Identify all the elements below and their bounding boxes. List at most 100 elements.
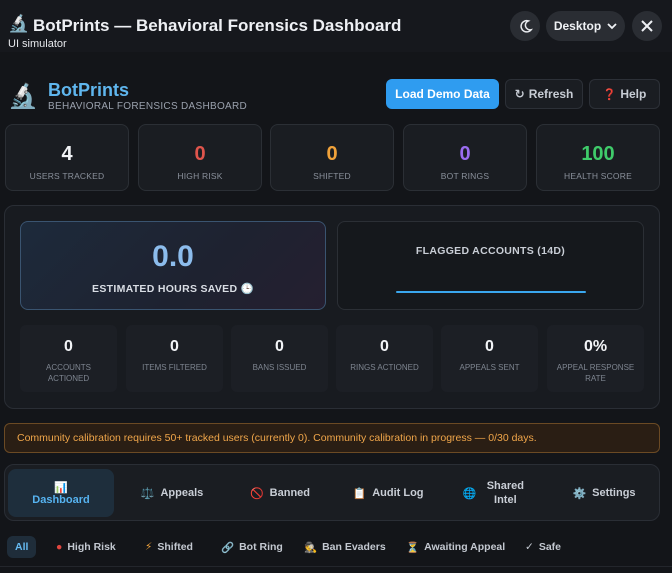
- hours-saved-card: 0.0 ESTIMATED HOURS SAVED 🕒: [20, 221, 326, 310]
- stat-card-health-score: 100 HEALTH SCORE: [536, 124, 660, 191]
- metric-accounts-actioned: 0 ACCOUNTS ACTIONED: [20, 325, 117, 392]
- tab-settings[interactable]: ⚙️ Settings: [554, 469, 654, 517]
- metric-value: 0: [64, 338, 73, 355]
- stat-value: 100: [581, 143, 615, 165]
- lightning-icon: ⚡: [145, 541, 153, 553]
- filter-bot-ring[interactable]: 🔗 Bot Ring: [221, 536, 283, 558]
- flagged-accounts-label: FLAGGED ACCOUNTS (14D): [415, 245, 566, 257]
- stat-label: HEALTH SCORE: [564, 171, 632, 181]
- tab-label: Dashboard: [32, 493, 90, 506]
- metric-label: APPEAL RESPONSE RATE: [556, 363, 635, 383]
- filter-label: Shifted: [157, 541, 193, 553]
- brand-logo-icon: 🔬: [8, 83, 38, 110]
- check-icon: ✓: [525, 541, 534, 553]
- window-subtitle: UI simulator: [8, 38, 67, 50]
- tab-label: Audit Log: [372, 487, 424, 499]
- filter-ban-evaders[interactable]: 🕵 Ban Evaders: [304, 536, 386, 558]
- metric-bans-issued: 0 BANS ISSUED: [231, 325, 328, 392]
- globe-icon: 🌐: [462, 487, 477, 500]
- filter-label: Awaiting Appeal: [424, 541, 506, 553]
- divider: [0, 566, 672, 567]
- device-select[interactable]: Desktop: [546, 11, 625, 41]
- refresh-icon: ↻: [514, 87, 525, 101]
- metric-value: 0: [380, 338, 389, 355]
- chevron-down-icon: [607, 23, 617, 30]
- link-icon: 🔗: [221, 541, 235, 554]
- clipboard-icon: 📋: [352, 487, 367, 500]
- microscope-icon: 🔬: [8, 14, 30, 33]
- help-icon: ❓: [602, 88, 617, 101]
- stat-value: 0: [194, 143, 206, 165]
- filter-shifted[interactable]: ⚡ Shifted: [145, 536, 193, 558]
- help-button[interactable]: ❓ Help: [589, 79, 660, 109]
- stat-card-high-risk: 0 HIGH RISK: [138, 124, 262, 191]
- metric-value: 0: [170, 338, 179, 355]
- filter-label: Safe: [538, 541, 561, 553]
- close-button[interactable]: [632, 11, 662, 41]
- metric-appeal-response-rate: 0% APPEAL RESPONSE RATE: [547, 325, 644, 392]
- calibration-banner: Community calibration requires 50+ track…: [4, 423, 660, 453]
- detective-icon: 🕵: [304, 541, 318, 554]
- chart-icon: 📊: [54, 481, 68, 494]
- clock-icon: 🕒: [240, 283, 254, 295]
- metric-label: ACCOUNTS ACTIONED: [46, 363, 91, 383]
- metric-items-filtered: 0 ITEMS FILTERED: [126, 325, 223, 392]
- hourglass-icon: ⏳: [406, 541, 420, 554]
- metric-label: APPEALS SENT: [459, 363, 520, 372]
- tab-dashboard[interactable]: 📊 Dashboard: [8, 469, 114, 517]
- hours-saved-value: 0.0: [152, 240, 194, 273]
- tab-label: Settings: [592, 487, 636, 499]
- stat-card-bot-rings: 0 BOT RINGS: [403, 124, 527, 191]
- stat-label: USERS TRACKED: [29, 171, 105, 181]
- stat-card-shifted: 0 SHIFTED: [270, 124, 394, 191]
- filter-label: Ban Evaders: [322, 541, 386, 553]
- device-select-label: Desktop: [553, 19, 602, 33]
- help-label: Help: [620, 87, 647, 101]
- stat-card-users-tracked: 4 USERS TRACKED: [5, 124, 129, 191]
- red-dot-icon: ●: [56, 541, 63, 553]
- tab-appeals[interactable]: ⚖️ Appeals: [122, 469, 222, 517]
- tab-banned[interactable]: 🚫 Banned: [230, 469, 330, 517]
- filter-awaiting-appeal[interactable]: ⏳ Awaiting Appeal: [406, 536, 505, 558]
- flagged-accounts-chart: FLAGGED ACCOUNTS (14D): [337, 221, 644, 310]
- moon-icon: [519, 19, 533, 33]
- stat-value: 0: [459, 143, 471, 165]
- ban-icon: 🚫: [249, 487, 264, 500]
- refresh-label: Refresh: [528, 87, 574, 101]
- metric-label: BANS ISSUED: [252, 363, 307, 372]
- tab-label: Shared Intel: [486, 480, 524, 506]
- stat-label: SHIFTED: [313, 171, 351, 181]
- stat-value: 0: [326, 143, 338, 165]
- tab-audit-log[interactable]: 📋 Audit Log: [338, 469, 438, 517]
- tab-label: Appeals: [160, 487, 204, 499]
- stat-value: 4: [61, 143, 73, 165]
- filter-label: All: [15, 541, 29, 553]
- filter-all[interactable]: All: [7, 536, 37, 558]
- stat-label: HIGH RISK: [177, 171, 223, 181]
- tab-label: Banned: [269, 487, 311, 499]
- filter-label: Bot Ring: [239, 541, 283, 553]
- filter-label: High Risk: [67, 541, 116, 553]
- load-demo-data-button[interactable]: Load Demo Data: [386, 79, 499, 109]
- refresh-button[interactable]: ↻ Refresh: [505, 79, 583, 109]
- metric-value: 0: [275, 338, 284, 355]
- metric-value: 0%: [583, 338, 608, 355]
- stat-label: BOT RINGS: [440, 171, 490, 181]
- metric-rings-actioned: 0 RINGS ACTIONED: [336, 325, 433, 392]
- window-title: BotPrints — Behavioral Forensics Dashboa…: [33, 16, 402, 35]
- brand-name: BotPrints: [48, 80, 129, 100]
- filter-safe[interactable]: ✓ Safe: [525, 536, 561, 558]
- metric-appeals-sent: 0 APPEALS SENT: [441, 325, 538, 392]
- close-icon: [641, 20, 653, 32]
- hours-saved-label: ESTIMATED HOURS SAVED 🕒: [92, 283, 254, 295]
- gear-icon: ⚙️: [572, 487, 587, 500]
- theme-toggle-button[interactable]: [510, 11, 540, 41]
- metric-value: 0: [485, 338, 494, 355]
- scales-icon: ⚖️: [140, 487, 155, 500]
- brand-tagline: BEHAVIORAL FORENSICS DASHBOARD: [48, 101, 248, 112]
- metric-label: ITEMS FILTERED: [142, 363, 207, 372]
- filter-high-risk[interactable]: ● High Risk: [56, 536, 116, 558]
- flagged-accounts-trend-line: [396, 291, 586, 293]
- metric-label: RINGS ACTIONED: [350, 363, 419, 372]
- tab-shared-intel[interactable]: 🌐 Shared Intel: [446, 469, 546, 517]
